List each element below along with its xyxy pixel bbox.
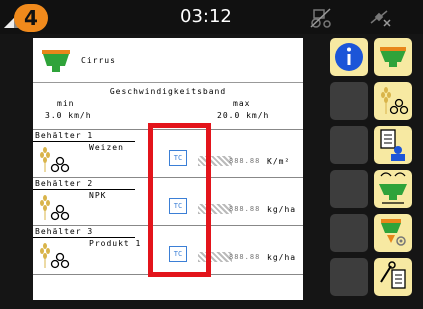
speed-min-label: min bbox=[57, 99, 75, 108]
speed-band-title: Geschwindigkeitsband bbox=[109, 87, 227, 96]
softkey-empty-4[interactable] bbox=[330, 214, 368, 252]
wrench-document-icon bbox=[380, 261, 406, 289]
product-seed-icon bbox=[40, 243, 70, 269]
product-name: Weizen bbox=[89, 143, 124, 152]
info-button[interactable] bbox=[330, 38, 368, 76]
machine-name: Cirrus bbox=[81, 56, 116, 65]
softkey-empty-1[interactable] bbox=[330, 82, 368, 120]
seed-hopper-icon bbox=[380, 47, 406, 67]
highlight-frame bbox=[148, 123, 211, 277]
screen-number: 4 bbox=[24, 6, 38, 30]
softkey-empty-5[interactable] bbox=[330, 258, 368, 296]
operator-button[interactable] bbox=[374, 126, 412, 164]
info-icon bbox=[335, 43, 363, 71]
softkey-empty-3[interactable] bbox=[330, 170, 368, 208]
bin-title: Behälter 3 bbox=[35, 227, 94, 236]
rate-unit: kg/ha bbox=[267, 253, 297, 262]
rate-value: 888.88 bbox=[229, 205, 261, 213]
wheat-seed-icon bbox=[381, 87, 409, 115]
bin-title: Behälter 1 bbox=[35, 131, 94, 140]
speed-max-value: 20.0 km/h bbox=[217, 111, 270, 120]
softkey-sidebar bbox=[330, 38, 423, 306]
speed-min-value: 3.0 km/h bbox=[45, 111, 92, 120]
operator-document-icon bbox=[380, 129, 405, 161]
metering-settings-button[interactable] bbox=[374, 214, 412, 252]
gps-satellite-icon bbox=[370, 10, 391, 27]
bin-title: Behälter 2 bbox=[35, 179, 94, 188]
rate-value: 888.88 bbox=[229, 253, 261, 261]
screen-number-badge: 4 bbox=[14, 4, 48, 32]
tools-button[interactable] bbox=[374, 258, 412, 296]
rate-value: 888.88 bbox=[229, 157, 261, 165]
calibration-hopper-icon bbox=[379, 172, 407, 204]
speed-max-label: max bbox=[233, 99, 251, 108]
metering-settings-icon bbox=[381, 219, 406, 246]
status-bar: 4 03:12 bbox=[0, 0, 423, 34]
seed-hopper-icon bbox=[42, 50, 70, 72]
product-name: Produkt 1 bbox=[89, 239, 142, 248]
divider bbox=[33, 189, 135, 190]
calibration-button[interactable] bbox=[374, 170, 412, 208]
product-name: NPK bbox=[89, 191, 107, 200]
wheat-seed-icon bbox=[40, 147, 70, 173]
divider bbox=[33, 141, 135, 142]
tractor-icon bbox=[310, 8, 331, 28]
softkey-empty-2[interactable] bbox=[330, 126, 368, 164]
clock: 03:12 bbox=[180, 6, 232, 27]
product-button[interactable] bbox=[374, 82, 412, 120]
machine-button[interactable] bbox=[374, 38, 412, 76]
rate-unit: kg/ha bbox=[267, 205, 297, 214]
fertilizer-seed-icon bbox=[40, 195, 70, 221]
rate-unit: K/m² bbox=[267, 157, 291, 166]
machine-header: Cirrus bbox=[33, 38, 303, 83]
divider bbox=[33, 237, 135, 238]
